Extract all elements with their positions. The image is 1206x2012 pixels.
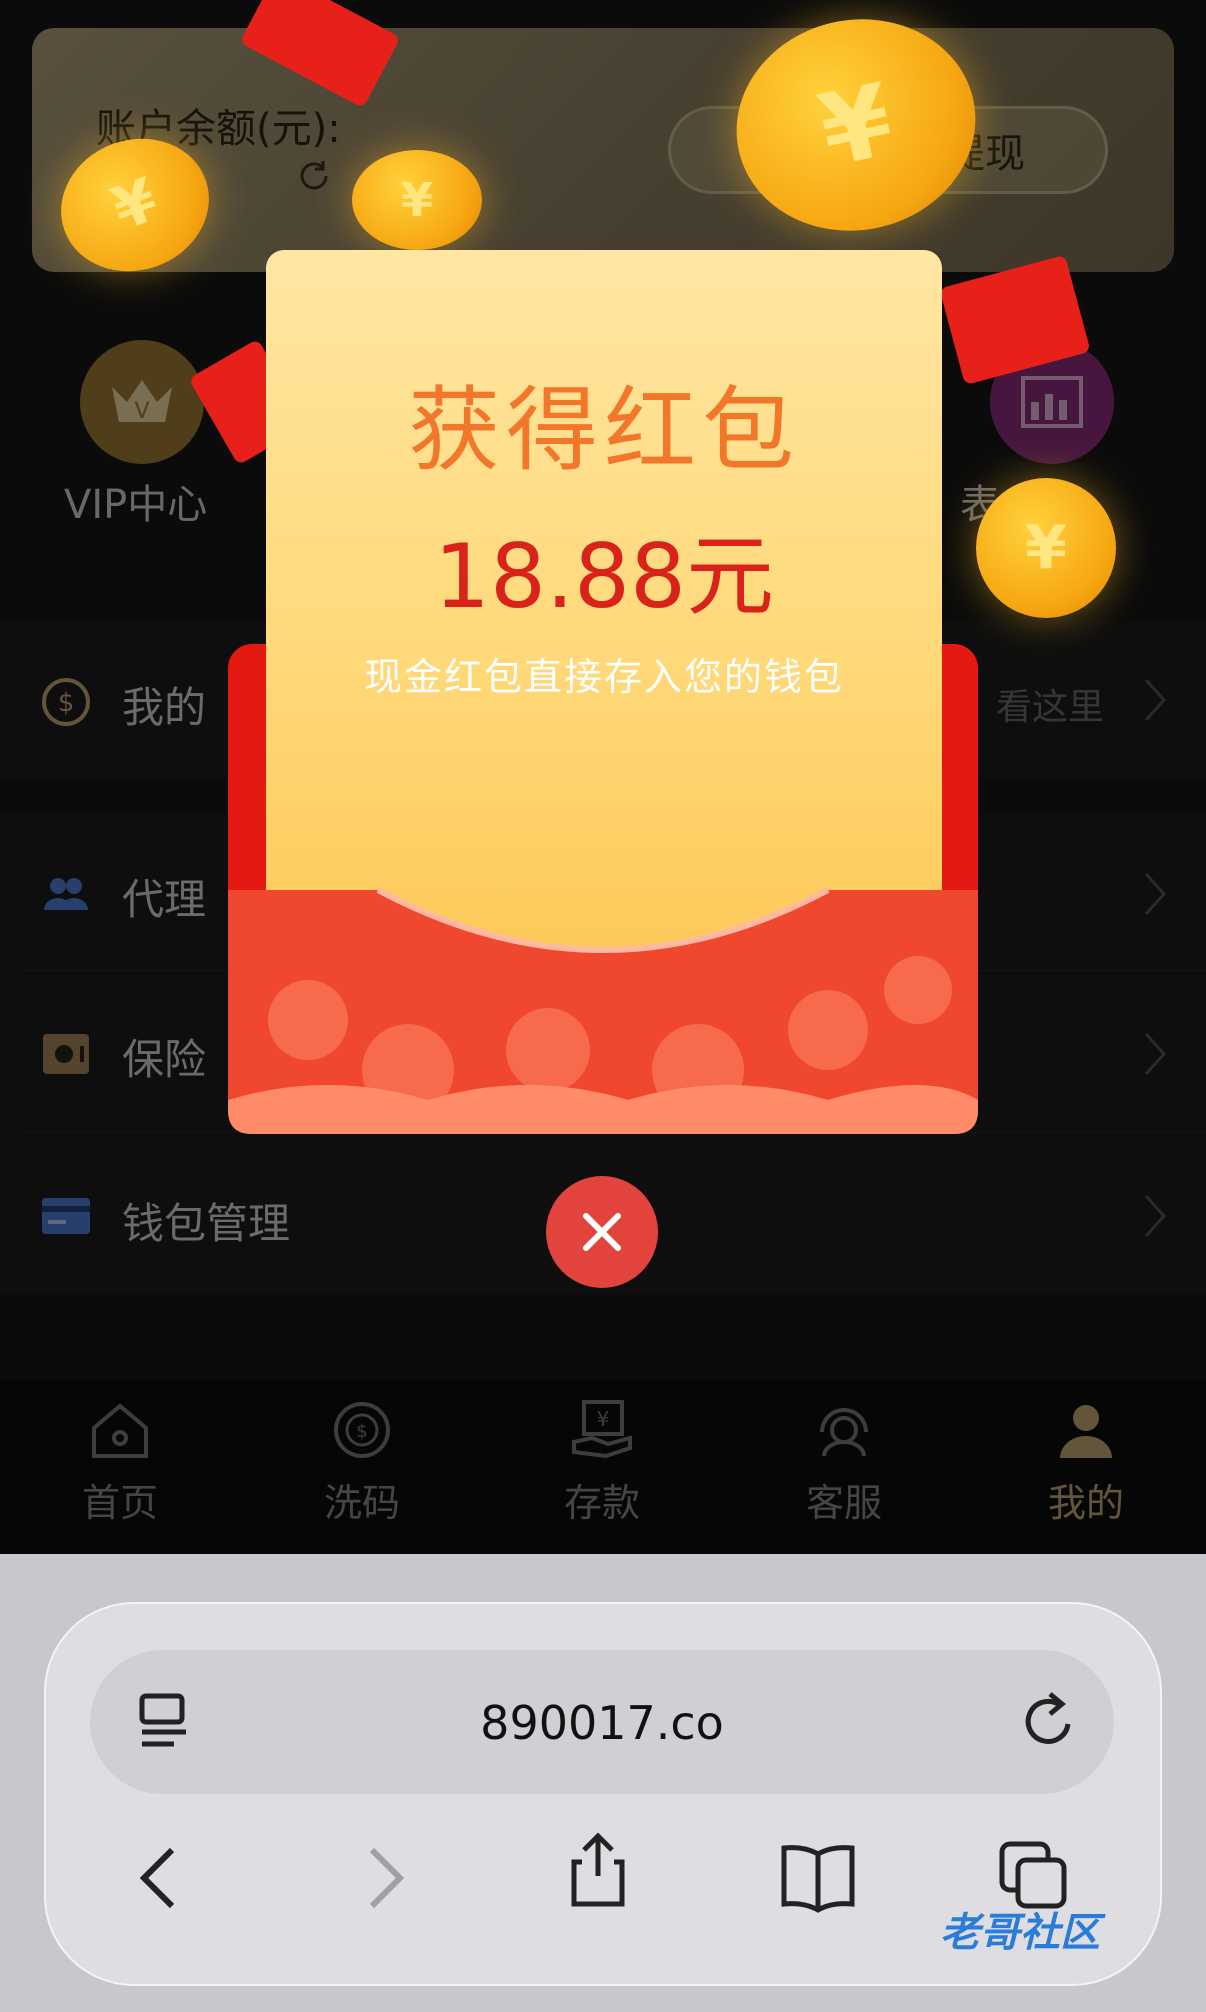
red-envelope-front <box>228 887 978 1134</box>
url-text[interactable]: 890017.co <box>90 1696 1114 1750</box>
close-icon <box>583 1213 621 1251</box>
popup-title: 获得红包 <box>407 377 800 484</box>
bookmarks-icon[interactable] <box>778 1838 858 1918</box>
popup-amount: 18.88元 <box>434 525 774 628</box>
coin-glyph: ¥ <box>103 164 167 246</box>
close-popup-button[interactable] <box>546 1176 658 1288</box>
coin-glyph: ¥ <box>1025 513 1067 583</box>
forward-icon[interactable] <box>344 1838 424 1918</box>
back-icon[interactable] <box>120 1838 200 1918</box>
popup-subtitle: 现金红包直接存入您的钱包 <box>363 655 844 699</box>
reload-icon[interactable] <box>1010 1682 1090 1762</box>
watermark-logo: 老哥社区 <box>940 1910 1100 1956</box>
gold-coin-icon: ¥ <box>976 478 1116 618</box>
coin-glyph: ¥ <box>400 173 433 227</box>
share-icon[interactable] <box>558 1830 638 1910</box>
gold-coin-icon: ¥ <box>352 150 482 250</box>
coin-glyph: ¥ <box>809 60 903 190</box>
